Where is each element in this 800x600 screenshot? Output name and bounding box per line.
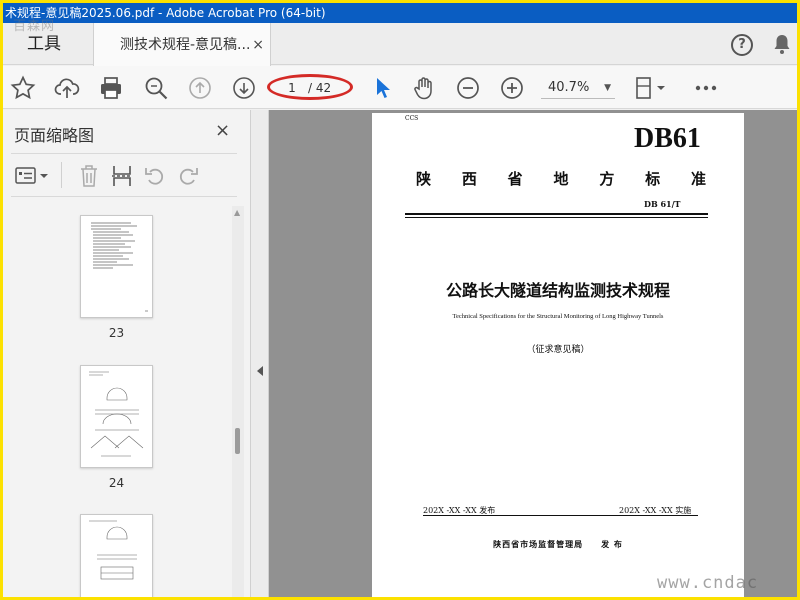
document-view: CCS DB61 陕 西 省 地 方 标 准 DB 61/T 公路长大隧道结构监… bbox=[269, 110, 797, 597]
thumbnail-toolbar bbox=[11, 162, 241, 190]
publisher: 陕西省市场监督管理局 发 布 bbox=[493, 539, 623, 549]
page-number-input[interactable] bbox=[280, 80, 304, 96]
zoom-level-select[interactable]: 40.7% ▼ bbox=[541, 77, 615, 99]
more-icon[interactable] bbox=[693, 75, 719, 101]
hand-icon[interactable] bbox=[411, 75, 437, 101]
document-title-en: Technical Specifications for the Structu… bbox=[452, 313, 664, 320]
thumbnail-list: 23 24 bbox=[3, 208, 233, 597]
panel-collapse-handle[interactable] bbox=[251, 110, 269, 597]
select-arrow-icon[interactable] bbox=[370, 75, 396, 101]
thumbnail-scrollbar[interactable]: ▲ bbox=[232, 206, 244, 597]
scroll-up-icon[interactable]: ▲ bbox=[234, 208, 240, 217]
divider bbox=[61, 162, 62, 188]
page-number-group: / 42 bbox=[267, 74, 353, 100]
extract-pages-icon[interactable] bbox=[111, 164, 133, 192]
zoom-level-value: 40.7% bbox=[548, 80, 590, 95]
tab-bar: 工具 测技术规程-意见稿... × ? bbox=[3, 23, 797, 66]
heading-char: 省 bbox=[507, 170, 523, 188]
scrollbar-thumb[interactable] bbox=[235, 428, 240, 454]
ccs-label: CCS bbox=[405, 115, 419, 122]
divider bbox=[11, 153, 237, 154]
divider bbox=[405, 213, 708, 215]
heading-char: 地 bbox=[553, 170, 569, 188]
acrobat-window: 术规程-意见稿2025.06.pdf - Adobe Acrobat Pro (… bbox=[3, 3, 797, 597]
watermark-bottom-right: www.cndac bbox=[657, 573, 759, 593]
tab-document-label: 测技术规程-意见稿... bbox=[120, 37, 251, 53]
page-thumbnail[interactable] bbox=[80, 215, 153, 318]
standard-number: DB 61/T bbox=[644, 199, 681, 209]
page-thumbnail[interactable] bbox=[80, 514, 153, 597]
rotate-left-icon[interactable] bbox=[144, 164, 166, 192]
heading-char: 准 bbox=[690, 170, 706, 188]
pdf-page: CCS DB61 陕 西 省 地 方 标 准 DB 61/T 公路长大隧道结构监… bbox=[372, 113, 744, 597]
thumbnail-label: 23 bbox=[108, 326, 125, 340]
page-view-icon[interactable] bbox=[633, 75, 669, 101]
trash-icon[interactable] bbox=[78, 164, 100, 192]
tab-close-button[interactable]: × bbox=[252, 23, 264, 67]
zoom-search-icon[interactable] bbox=[143, 75, 169, 101]
zoom-in-icon[interactable] bbox=[499, 75, 525, 101]
main-toolbar: / 42 40.7% ▼ bbox=[3, 66, 797, 109]
document-title-cn: 公路长大隧道结构监测技术规程 bbox=[445, 281, 670, 300]
heading-char: 陕 bbox=[416, 170, 432, 188]
divider bbox=[405, 217, 708, 218]
zoom-out-icon[interactable] bbox=[455, 75, 481, 101]
print-icon[interactable] bbox=[98, 75, 124, 101]
cloud-upload-icon[interactable] bbox=[54, 75, 80, 101]
tab-document[interactable]: 测技术规程-意见稿... × bbox=[93, 23, 271, 66]
rotate-right-icon[interactable] bbox=[177, 164, 199, 192]
star-icon[interactable] bbox=[10, 75, 36, 101]
heading-char: 方 bbox=[599, 170, 615, 188]
total-pages: / 42 bbox=[308, 81, 332, 95]
page-thumbnail[interactable] bbox=[80, 365, 153, 468]
page-up-icon[interactable] bbox=[187, 75, 213, 101]
watermark-top-left: 百森网 bbox=[13, 19, 56, 34]
heading-char: 标 bbox=[645, 170, 661, 188]
bell-icon[interactable] bbox=[773, 33, 791, 59]
collapse-arrow-icon bbox=[257, 366, 263, 376]
divider bbox=[423, 515, 698, 516]
heading-char: 西 bbox=[461, 170, 477, 188]
chevron-down-icon: ▼ bbox=[604, 83, 611, 93]
window-title-bar: 术规程-意见稿2025.06.pdf - Adobe Acrobat Pro (… bbox=[3, 3, 797, 23]
panel-title: 页面缩略图 bbox=[14, 126, 95, 145]
draft-note: （征求意见稿） bbox=[526, 345, 590, 355]
thumbnail-panel: 页面缩略图 × 23 24 ▲ bbox=[3, 110, 251, 597]
thumbnail-label: 24 bbox=[108, 476, 125, 490]
options-menu-icon[interactable] bbox=[15, 165, 51, 191]
province-heading: 陕 西 省 地 方 标 准 bbox=[416, 168, 706, 189]
standard-code: DB61 bbox=[634, 123, 701, 154]
help-icon[interactable]: ? bbox=[731, 34, 753, 56]
page-down-icon[interactable] bbox=[231, 75, 257, 101]
panel-close-button[interactable]: × bbox=[215, 120, 230, 141]
divider bbox=[11, 196, 237, 197]
